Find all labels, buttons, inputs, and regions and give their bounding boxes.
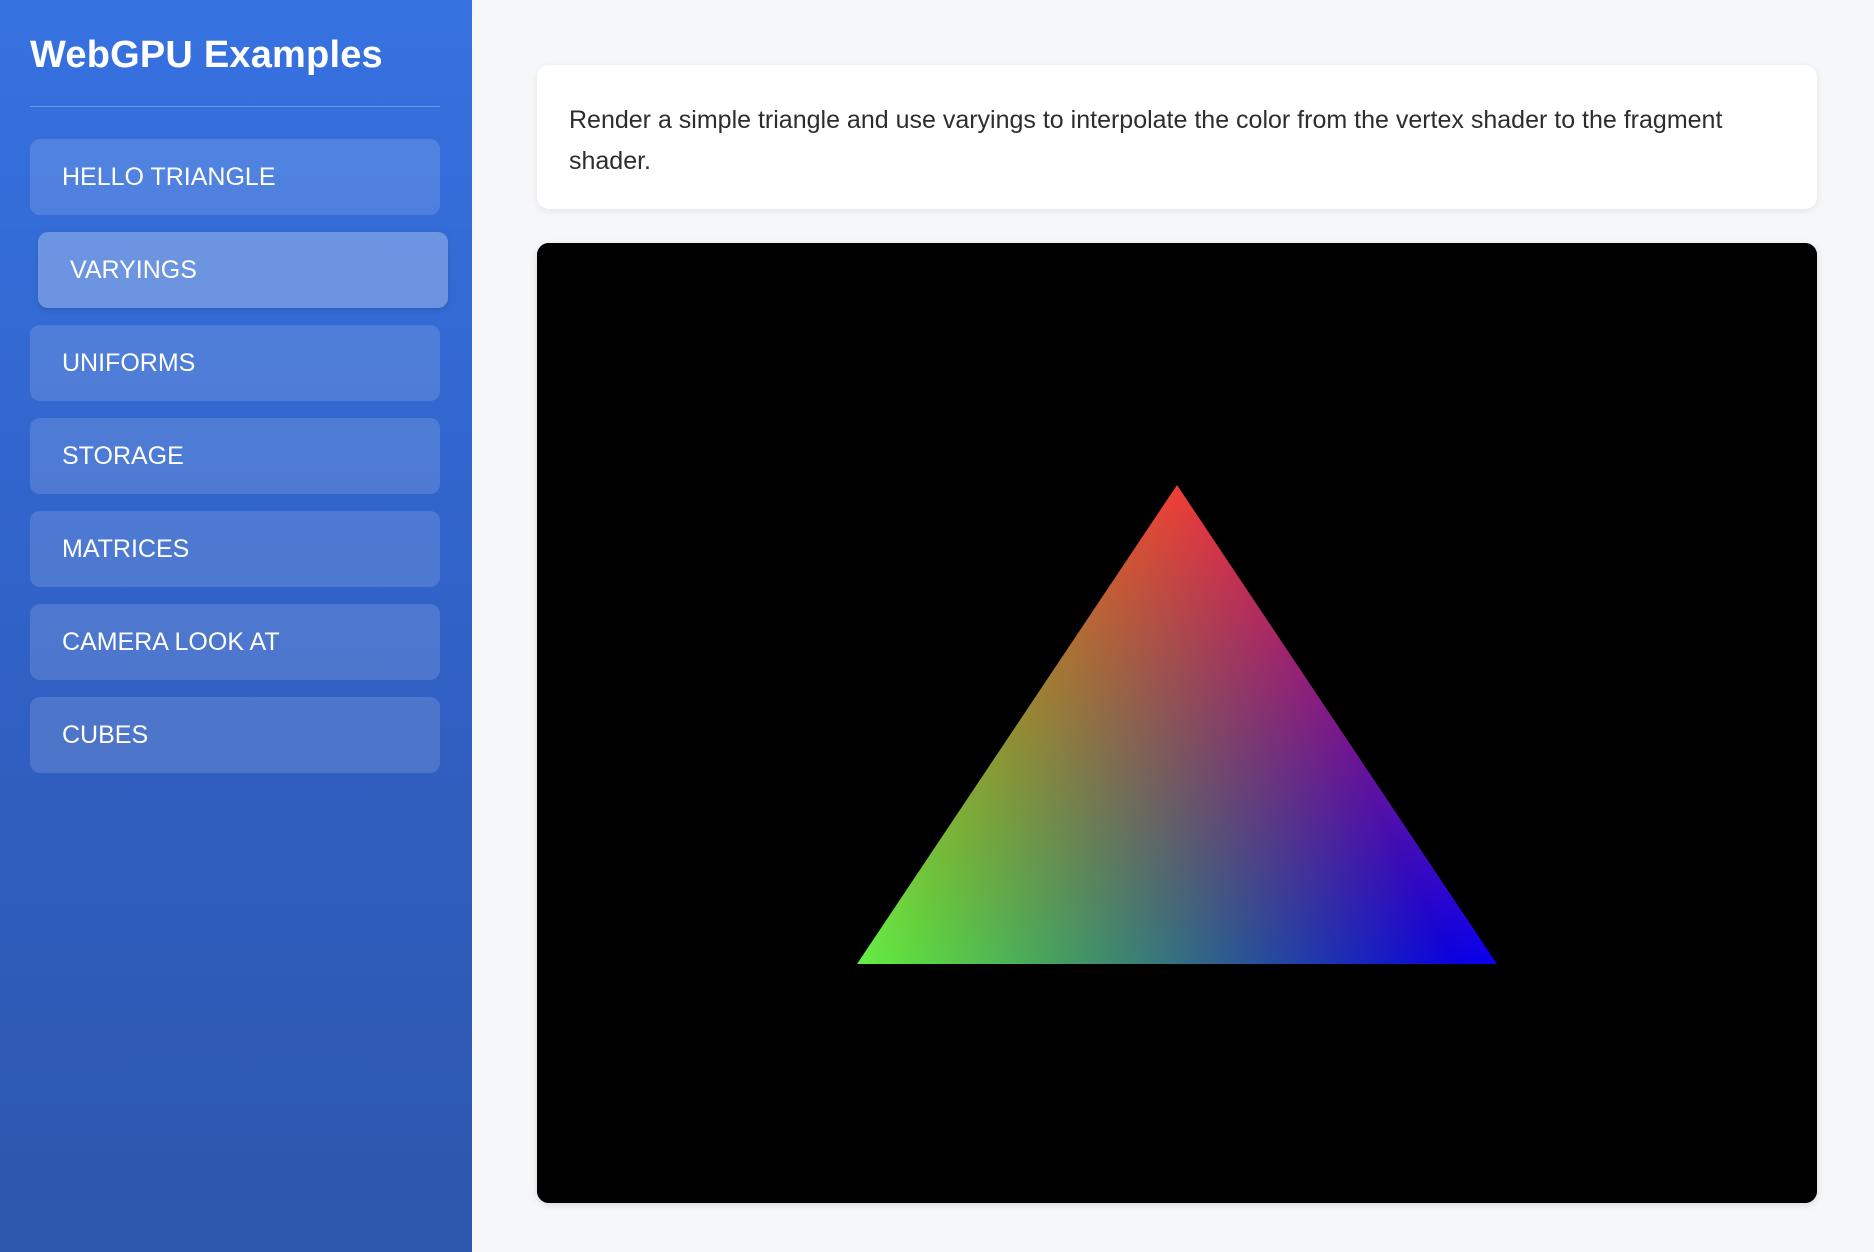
nav-item-cubes[interactable]: CUBES [30,697,440,773]
nav-item-camera-look-at[interactable]: CAMERA LOOK AT [30,604,440,680]
webgpu-canvas[interactable] [537,243,1817,1203]
description-card: Render a simple triangle and use varying… [537,65,1817,209]
example-description: Render a simple triangle and use varying… [569,106,1723,175]
main-content: Render a simple triangle and use varying… [537,65,1817,1203]
sidebar-divider [30,106,440,107]
example-nav: HELLO TRIANGLE VARYINGS UNIFORMS STORAGE… [30,139,448,790]
app-title: WebGPU Examples [30,34,383,76]
sidebar: WebGPU Examples HELLO TRIANGLE VARYINGS … [0,0,472,1252]
nav-item-uniforms[interactable]: UNIFORMS [30,325,440,401]
nav-item-matrices[interactable]: MATRICES [30,511,440,587]
nav-item-hello-triangle[interactable]: HELLO TRIANGLE [30,139,440,215]
app-root: WebGPU Examples HELLO TRIANGLE VARYINGS … [0,0,1874,1252]
nav-item-storage[interactable]: STORAGE [30,418,440,494]
nav-item-varyings[interactable]: VARYINGS [38,232,448,308]
render-output [537,243,1817,1203]
